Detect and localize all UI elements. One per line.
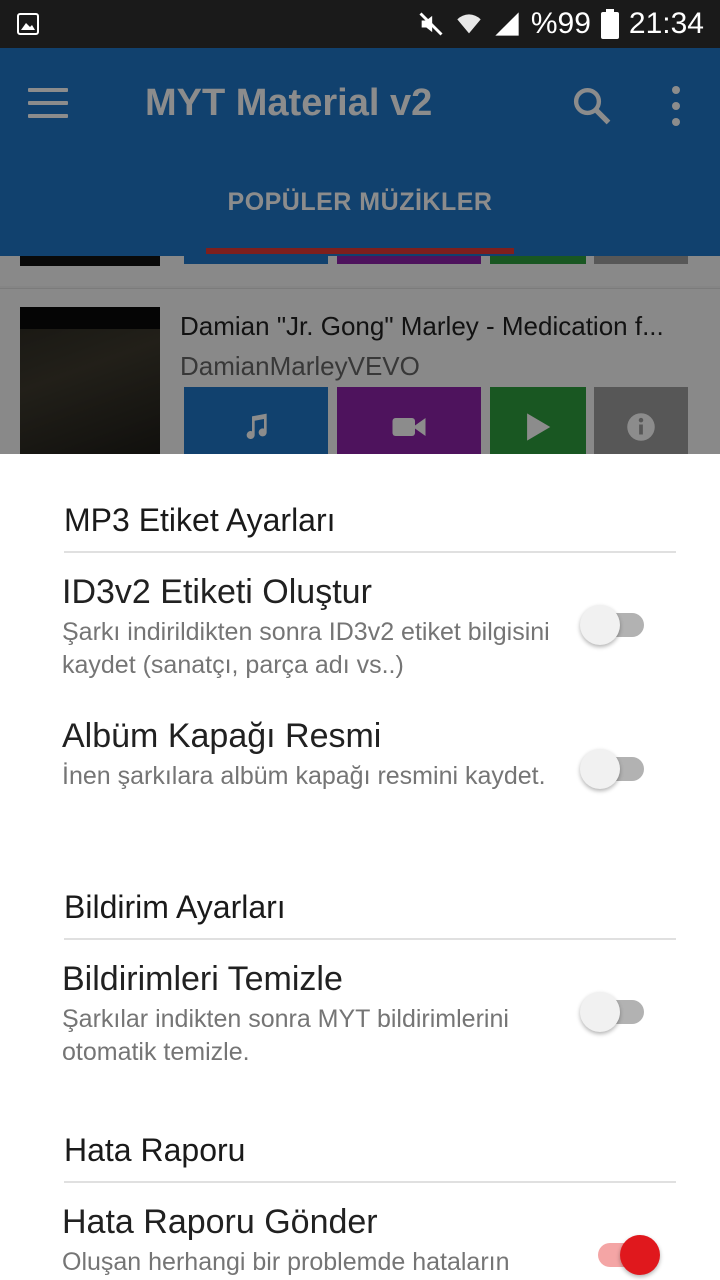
pref-summary: İnen şarkılara albüm kapağı resmini kayd…	[62, 762, 546, 790]
id3-tag-switch[interactable]	[580, 604, 650, 645]
category-title: Hata Raporu	[64, 1132, 246, 1168]
clear-notifications-switch[interactable]	[580, 991, 650, 1032]
pref-summary: Şarkılar indikten sonra MYT bildirimleri…	[62, 1005, 509, 1066]
category-notifications: Bildirim Ayarları	[64, 889, 676, 940]
mute-icon	[419, 12, 443, 36]
category-error-report: Hata Raporu	[64, 1132, 676, 1183]
pref-summary: Şarkı indirildikten sonra ID3v2 etiket b…	[62, 618, 550, 679]
pref-send-error-report[interactable]: Hata Raporu Gönder Oluşan herhangi bir p…	[62, 1202, 682, 1279]
dim-overlay[interactable]	[0, 48, 720, 454]
clock: 21:34	[628, 7, 704, 40]
battery-percent: %99	[530, 7, 591, 40]
send-error-report-switch[interactable]	[590, 1234, 660, 1275]
settings-sheet: MP3 Etiket Ayarları ID3v2 Etiketi Oluştu…	[0, 454, 720, 1280]
gallery-icon	[17, 13, 39, 35]
category-title: MP3 Etiket Ayarları	[64, 502, 336, 538]
wifi-icon	[457, 14, 481, 34]
pref-title: Hata Raporu Gönder	[62, 1203, 378, 1241]
category-mp3-tags: MP3 Etiket Ayarları	[64, 502, 676, 553]
pref-summary: Oluşan herhangi bir problemde hataların	[62, 1248, 510, 1276]
category-title: Bildirim Ayarları	[64, 889, 286, 925]
album-cover-switch[interactable]	[580, 748, 650, 789]
signal-icon	[495, 12, 519, 36]
status-bar: %99 21:34	[0, 0, 720, 48]
battery-icon	[600, 9, 619, 39]
